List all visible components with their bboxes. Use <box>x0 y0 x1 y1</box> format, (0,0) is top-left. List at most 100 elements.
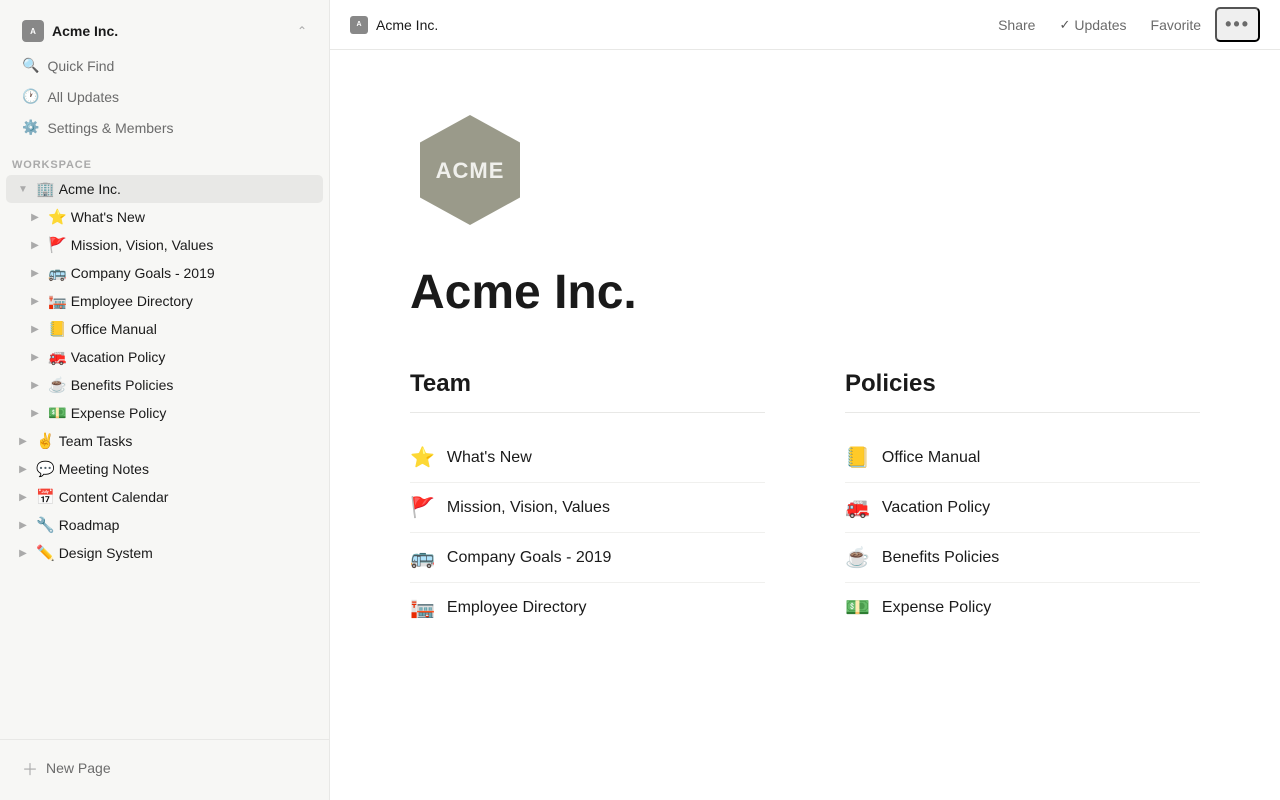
page-content: ACME Acme Inc. Team ⭐ What's New 🚩 Missi… <box>330 50 1280 800</box>
more-options-button[interactable]: ••• <box>1215 7 1260 42</box>
employee-dir-link: Employee Directory <box>447 599 587 617</box>
tree-item-team-tasks[interactable]: ✌️ Team Tasks <box>6 427 323 455</box>
sidebar-quick-find[interactable]: 🔍 Quick Find <box>12 50 317 81</box>
tree-toggle-meeting-notes[interactable] <box>14 460 32 478</box>
tree-label-expense: Expense Policy <box>71 405 315 421</box>
tree-item-company-goals[interactable]: 🚌 Company Goals - 2019 <box>6 259 323 287</box>
tree-label-benefits: Benefits Policies <box>71 377 315 393</box>
sidebar-settings[interactable]: ⚙️ Settings & Members <box>12 112 317 143</box>
tree-label-employee-dir: Employee Directory <box>71 293 315 309</box>
workspace-logo: A <box>22 20 44 42</box>
tree-toggle-expense[interactable] <box>26 404 44 422</box>
team-link-whats-new[interactable]: ⭐ What's New <box>410 433 765 483</box>
office-manual-emoji: 📒 <box>845 445 870 470</box>
plus-icon: ＋ <box>22 756 38 780</box>
policy-link-benefits[interactable]: ☕ Benefits Policies <box>845 533 1200 583</box>
acme-logo: ACME <box>410 110 530 230</box>
tree-toggle-vacation-policy[interactable] <box>26 348 44 366</box>
tree-label-office-manual: Office Manual <box>71 321 315 337</box>
policy-link-vacation[interactable]: 🚒 Vacation Policy <box>845 483 1200 533</box>
company-goals-link: Company Goals - 2019 <box>447 549 612 567</box>
tree-toggle-acme-inc[interactable] <box>14 180 32 198</box>
sidebar: A Acme Inc. ⌃ 🔍 Quick Find 🕐 All Updates… <box>0 0 330 800</box>
tree-emoji-acme-inc: 🏢 <box>36 180 55 198</box>
tree-item-expense[interactable]: 💵 Expense Policy <box>6 399 323 427</box>
tree-label-mission: Mission, Vision, Values <box>71 237 315 253</box>
sidebar-top: A Acme Inc. ⌃ 🔍 Quick Find 🕐 All Updates… <box>0 0 329 147</box>
content-columns: Team ⭐ What's New 🚩 Mission, Vision, Val… <box>410 370 1200 632</box>
company-goals-emoji: 🚌 <box>410 545 435 570</box>
team-column: Team ⭐ What's New 🚩 Mission, Vision, Val… <box>410 370 765 632</box>
workspace-name: Acme Inc. <box>52 23 289 39</box>
workspace-chevron-icon: ⌃ <box>297 24 307 38</box>
new-page-label: New Page <box>46 760 111 776</box>
team-link-mission[interactable]: 🚩 Mission, Vision, Values <box>410 483 765 533</box>
tree-toggle-content-calendar[interactable] <box>14 488 32 506</box>
share-button[interactable]: Share <box>988 12 1045 38</box>
whats-new-emoji: ⭐ <box>410 445 435 470</box>
sidebar-all-updates[interactable]: 🕐 All Updates <box>12 81 317 112</box>
team-heading: Team <box>410 370 765 413</box>
whats-new-link: What's New <box>447 449 532 467</box>
updates-button[interactable]: ✓ Updates <box>1049 12 1136 38</box>
tree-label-company-goals: Company Goals - 2019 <box>71 265 315 281</box>
team-link-company-goals[interactable]: 🚌 Company Goals - 2019 <box>410 533 765 583</box>
tree-item-design-system[interactable]: ✏️ Design System <box>6 539 323 567</box>
page-title: Acme Inc. <box>410 265 1200 320</box>
benefits-link: Benefits Policies <box>882 549 999 567</box>
tree-toggle-team-tasks[interactable] <box>14 432 32 450</box>
tree-toggle-design-system[interactable] <box>14 544 32 562</box>
expense-emoji: 💵 <box>845 595 870 620</box>
topbar-logo: A <box>350 16 368 34</box>
sidebar-footer: ＋ New Page <box>0 739 329 800</box>
workspace-header[interactable]: A Acme Inc. ⌃ <box>12 12 317 50</box>
tree-label-acme-inc: Acme Inc. <box>59 181 315 197</box>
svg-text:ACME: ACME <box>436 158 505 183</box>
workspace-section-label: WORKSPACE <box>0 147 329 175</box>
tree-label-design-system: Design System <box>59 545 315 561</box>
tree-label-team-tasks: Team Tasks <box>59 433 315 449</box>
clock-icon: 🕐 <box>22 88 39 105</box>
tree-label-meeting-notes: Meeting Notes <box>59 461 315 477</box>
tree-label-vacation-policy: Vacation Policy <box>71 349 315 365</box>
vacation-policy-link: Vacation Policy <box>882 499 990 517</box>
office-manual-link: Office Manual <box>882 449 980 467</box>
tree-item-vacation-policy[interactable]: 🚒 Vacation Policy <box>6 343 323 371</box>
mission-emoji: 🚩 <box>410 495 435 520</box>
tree-toggle-employee-dir[interactable] <box>26 292 44 310</box>
policies-column: Policies 📒 Office Manual 🚒 Vacation Poli… <box>845 370 1200 632</box>
tree-item-acme-inc[interactable]: 🏢 Acme Inc. <box>6 175 323 203</box>
gear-icon: ⚙️ <box>22 119 39 136</box>
tree-label-whats-new: What's New <box>71 209 315 225</box>
tree-label-content-calendar: Content Calendar <box>59 489 315 505</box>
tree-item-mission[interactable]: 🚩 Mission, Vision, Values <box>6 231 323 259</box>
benefits-emoji: ☕ <box>845 545 870 570</box>
tree-item-employee-dir[interactable]: 🏣 Employee Directory <box>6 287 323 315</box>
tree-toggle-office-manual[interactable] <box>26 320 44 338</box>
policy-link-expense[interactable]: 💵 Expense Policy <box>845 583 1200 632</box>
tree-toggle-mission[interactable] <box>26 236 44 254</box>
tree-label-roadmap: Roadmap <box>59 517 315 533</box>
tree-toggle-benefits[interactable] <box>26 376 44 394</box>
new-page-button[interactable]: ＋ New Page <box>12 748 317 788</box>
mission-link: Mission, Vision, Values <box>447 499 610 517</box>
check-icon: ✓ <box>1059 17 1070 33</box>
favorite-button[interactable]: Favorite <box>1141 12 1212 38</box>
tree-item-content-calendar[interactable]: 📅 Content Calendar <box>6 483 323 511</box>
sidebar-tree: 🏢 Acme Inc. ⭐ What's New 🚩 Mission, Visi… <box>0 175 329 739</box>
tree-item-whats-new[interactable]: ⭐ What's New <box>6 203 323 231</box>
team-link-employee-dir[interactable]: 🏣 Employee Directory <box>410 583 765 632</box>
policy-link-office-manual[interactable]: 📒 Office Manual <box>845 433 1200 483</box>
tree-item-meeting-notes[interactable]: 💬 Meeting Notes <box>6 455 323 483</box>
policies-heading: Policies <box>845 370 1200 413</box>
main-area: A Acme Inc. Share ✓ Updates Favorite •••… <box>330 0 1280 800</box>
tree-toggle-whats-new[interactable] <box>26 208 44 226</box>
tree-toggle-company-goals[interactable] <box>26 264 44 282</box>
tree-toggle-roadmap[interactable] <box>14 516 32 534</box>
tree-item-office-manual[interactable]: 📒 Office Manual <box>6 315 323 343</box>
search-icon: 🔍 <box>22 57 39 74</box>
tree-item-benefits[interactable]: ☕ Benefits Policies <box>6 371 323 399</box>
topbar-actions: Share ✓ Updates Favorite ••• <box>988 7 1260 42</box>
vacation-policy-emoji: 🚒 <box>845 495 870 520</box>
tree-item-roadmap[interactable]: 🔧 Roadmap <box>6 511 323 539</box>
